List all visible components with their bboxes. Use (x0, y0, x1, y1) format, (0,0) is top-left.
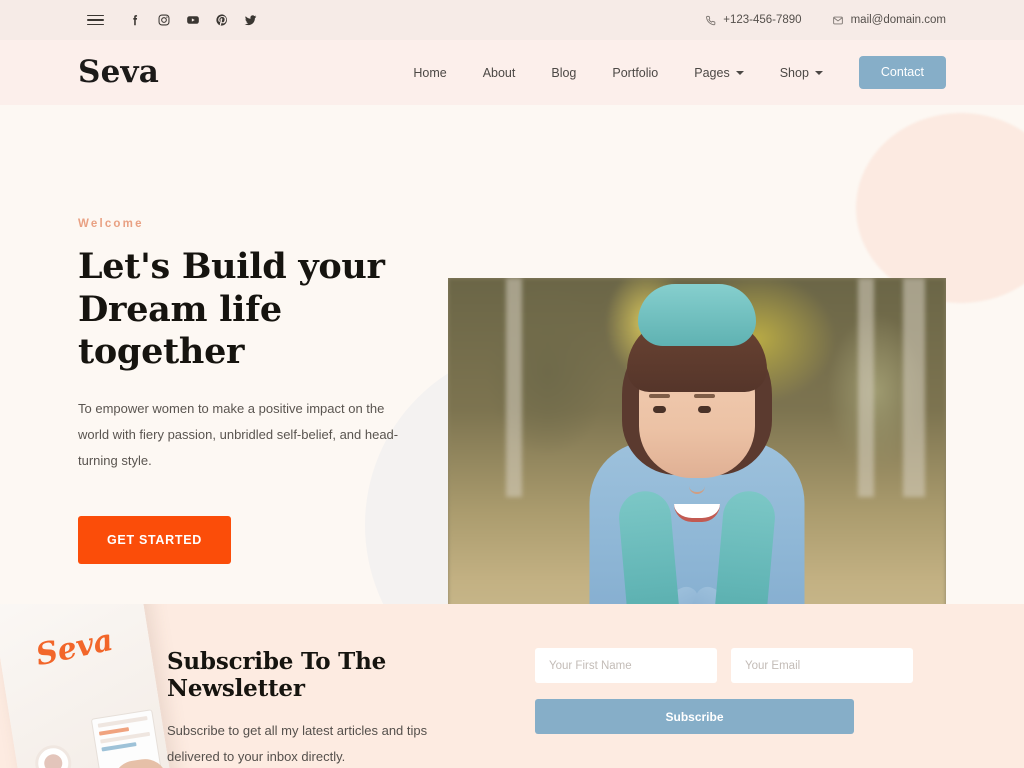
pinterest-icon[interactable] (207, 8, 236, 32)
newsletter-subtitle: Subscribe to get all my latest articles … (167, 723, 428, 764)
newsletter-section: Seva Subscribe To The Newsletter Subscri… (0, 604, 1024, 768)
nav-label: Blog (551, 65, 577, 80)
hero-description: To empower women to make a positive impa… (78, 401, 399, 469)
twitter-icon[interactable] (236, 8, 265, 32)
phone-number: +123-456-7890 (723, 14, 802, 26)
hero-text-block: Welcome Let's Build your Dream life toge… (78, 105, 450, 604)
hero-section: Welcome Let's Build your Dream life toge… (0, 105, 1024, 604)
page-title: Let's Build your Dream life together (78, 246, 450, 374)
chevron-down-icon (814, 70, 823, 75)
envelope-icon (832, 15, 844, 26)
nav-item-portfolio[interactable]: Portfolio (594, 66, 676, 80)
facebook-icon[interactable] (120, 8, 149, 32)
phone-icon (705, 15, 716, 26)
top-bar: +123-456-7890 mail@domain.com (0, 0, 1024, 40)
chevron-down-icon (735, 70, 744, 75)
nav-item-about[interactable]: About (465, 66, 534, 80)
nav-label: Shop (779, 65, 809, 80)
nav-item-shop[interactable]: Shop (762, 66, 841, 80)
email-address: mail@domain.com (850, 14, 946, 26)
phone-contact[interactable]: +123-456-7890 (705, 14, 802, 26)
hero-content: Welcome Let's Build your Dream life toge… (0, 105, 1024, 604)
nav-item-home[interactable]: Home (395, 66, 464, 80)
nav-item-blog[interactable]: Blog (533, 66, 594, 80)
newsletter-content: Subscribe To The Newsletter Subscribe to… (0, 604, 1024, 768)
newsletter-form: Subscribe (535, 648, 913, 734)
person-scarf-knot (638, 284, 756, 346)
contact-button[interactable]: Contact (858, 56, 946, 89)
hamburger-menu-icon[interactable] (78, 8, 112, 32)
instagram-icon[interactable] (149, 8, 178, 32)
hero-title-line-2: Dream life together (78, 288, 282, 373)
hero-eyebrow: Welcome (78, 218, 144, 230)
first-name-input[interactable] (535, 648, 717, 683)
nav-label: Portfolio (612, 65, 659, 80)
nav-label: Home (413, 65, 447, 80)
site-header: Seva Home About Blog Portfolio Pages Sho… (0, 40, 1024, 105)
newsletter-fields-row (535, 648, 913, 683)
nav-label: Pages (694, 65, 730, 80)
top-bar-left (78, 8, 265, 32)
newsletter-text-block: Subscribe To The Newsletter Subscribe to… (167, 648, 497, 768)
hero-title-line-1: Let's Build your (78, 246, 385, 287)
site-logo[interactable]: Seva (78, 57, 159, 88)
nav-label: About (482, 65, 516, 80)
subscribe-button[interactable]: Subscribe (535, 699, 854, 734)
youtube-icon[interactable] (178, 8, 207, 32)
main-navigation: Home About Blog Portfolio Pages Shop Con… (395, 56, 946, 89)
top-bar-contact-info: +123-456-7890 mail@domain.com (705, 14, 946, 26)
nav-item-pages[interactable]: Pages (676, 66, 761, 80)
email-input[interactable] (731, 648, 913, 683)
get-started-button[interactable]: GET STARTED (78, 516, 231, 565)
landing-page: +123-456-7890 mail@domain.com Seva Home … (0, 0, 1024, 768)
email-contact[interactable]: mail@domain.com (832, 14, 946, 26)
newsletter-title: Subscribe To The Newsletter (167, 648, 387, 702)
